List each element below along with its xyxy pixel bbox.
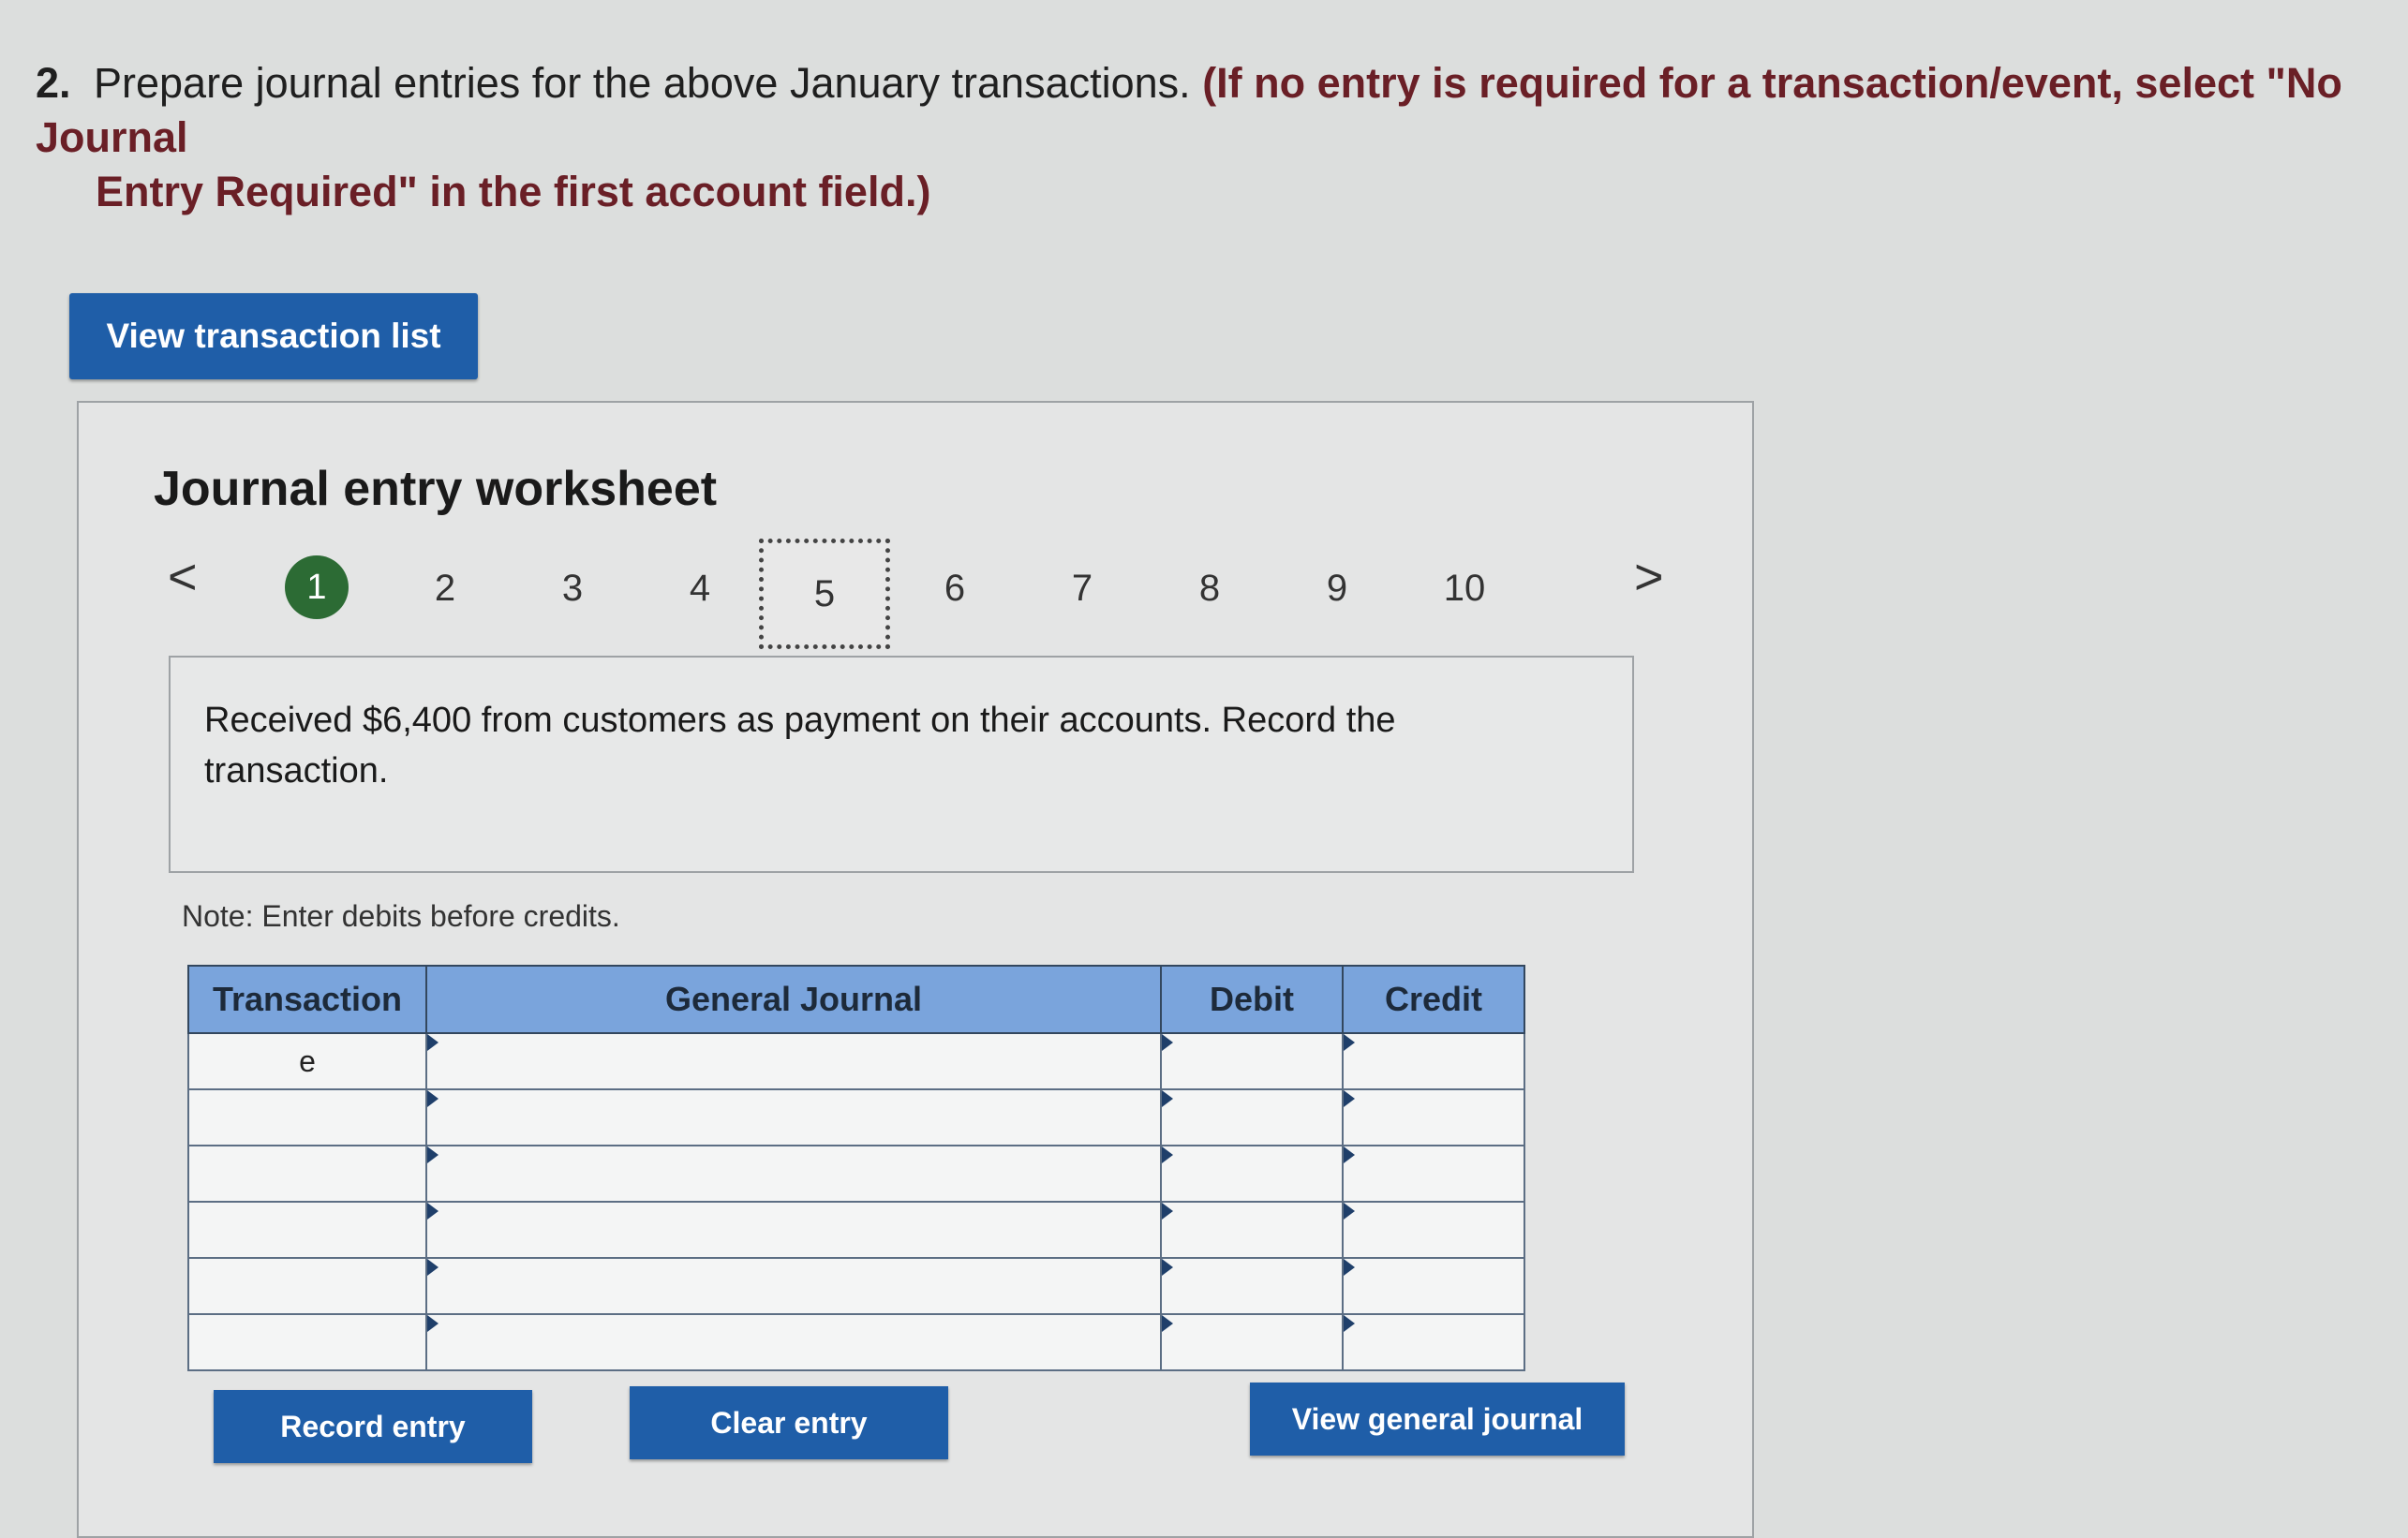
- table-row: [187, 1313, 1525, 1371]
- account-select[interactable]: [425, 1088, 1162, 1146]
- credit-input[interactable]: [1342, 1088, 1525, 1146]
- question-number: 2.: [36, 59, 71, 107]
- clear-entry-button[interactable]: Clear entry: [630, 1386, 948, 1459]
- view-transaction-list-button[interactable]: View transaction list: [69, 293, 478, 379]
- transaction-description: Received $6,400 from customers as paymen…: [204, 701, 1396, 791]
- account-select[interactable]: [425, 1257, 1162, 1315]
- pager-page-7[interactable]: 7: [1049, 555, 1115, 621]
- pager-page-2[interactable]: 2: [412, 555, 478, 621]
- pager-page-9[interactable]: 9: [1304, 555, 1370, 621]
- credit-input[interactable]: [1342, 1145, 1525, 1203]
- account-select[interactable]: [425, 1032, 1162, 1090]
- pager-page-8[interactable]: 8: [1177, 555, 1242, 621]
- table-row: e: [187, 1032, 1525, 1090]
- table-row: [187, 1088, 1525, 1146]
- credit-input[interactable]: [1342, 1032, 1525, 1090]
- transaction-cell: [187, 1201, 427, 1259]
- transaction-cell: [187, 1145, 427, 1203]
- account-select[interactable]: [425, 1145, 1162, 1203]
- question-text: Prepare journal entries for the above Ja…: [94, 59, 1191, 107]
- header-credit: Credit: [1342, 965, 1525, 1034]
- transaction-description-box: Received $6,400 from customers as paymen…: [169, 656, 1634, 873]
- debit-input[interactable]: [1160, 1088, 1344, 1146]
- account-select[interactable]: [425, 1313, 1162, 1371]
- pager-prev-arrow-icon[interactable]: <: [168, 548, 198, 606]
- debit-input[interactable]: [1160, 1313, 1344, 1371]
- debit-input[interactable]: [1160, 1032, 1344, 1090]
- table-header-row: Transaction General Journal Debit Credit: [187, 965, 1525, 1034]
- table-row: [187, 1145, 1525, 1203]
- journal-entry-worksheet: Journal entry worksheet < 1 2 3 4 5 6 7 …: [77, 401, 1754, 1538]
- credit-input[interactable]: [1342, 1313, 1525, 1371]
- pager-page-3[interactable]: 3: [540, 555, 605, 621]
- worksheet-title: Journal entry worksheet: [154, 462, 718, 516]
- debit-input[interactable]: [1160, 1257, 1344, 1315]
- pager-page-1[interactable]: 1: [285, 555, 349, 619]
- journal-entry-table: Transaction General Journal Debit Credit…: [187, 965, 1525, 1371]
- account-select[interactable]: [425, 1201, 1162, 1259]
- question-line-1: 2. Prepare journal entries for the above …: [36, 56, 2378, 165]
- question-line-2: Entry Required" in the first account fie…: [36, 165, 2378, 219]
- record-entry-button[interactable]: Record entry: [214, 1390, 532, 1463]
- entry-note: Note: Enter debits before credits.: [182, 899, 620, 933]
- table-row: [187, 1257, 1525, 1315]
- debit-input[interactable]: [1160, 1145, 1344, 1203]
- transaction-cell: [187, 1257, 427, 1315]
- pager-page-10[interactable]: 10: [1432, 555, 1497, 621]
- header-transaction: Transaction: [187, 965, 427, 1034]
- transaction-pager: < 1 2 3 4 5 6 7 8 9 10 >: [79, 539, 1752, 649]
- credit-input[interactable]: [1342, 1201, 1525, 1259]
- header-debit: Debit: [1160, 965, 1344, 1034]
- question-prompt: 2. Prepare journal entries for the above …: [36, 56, 2378, 219]
- pager-page-4[interactable]: 4: [667, 555, 733, 621]
- question-instruction-2: Entry Required" in the first account fie…: [96, 168, 931, 215]
- credit-input[interactable]: [1342, 1257, 1525, 1315]
- transaction-cell: [187, 1313, 427, 1371]
- table-row: [187, 1201, 1525, 1259]
- view-general-journal-button[interactable]: View general journal: [1250, 1383, 1625, 1456]
- transaction-cell: [187, 1088, 427, 1146]
- pager-page-6[interactable]: 6: [922, 555, 988, 621]
- pager-page-5[interactable]: 5: [759, 539, 890, 649]
- pager-next-arrow-icon[interactable]: >: [1634, 548, 1664, 606]
- transaction-cell: e: [187, 1032, 427, 1090]
- header-general-journal: General Journal: [425, 965, 1162, 1034]
- debit-input[interactable]: [1160, 1201, 1344, 1259]
